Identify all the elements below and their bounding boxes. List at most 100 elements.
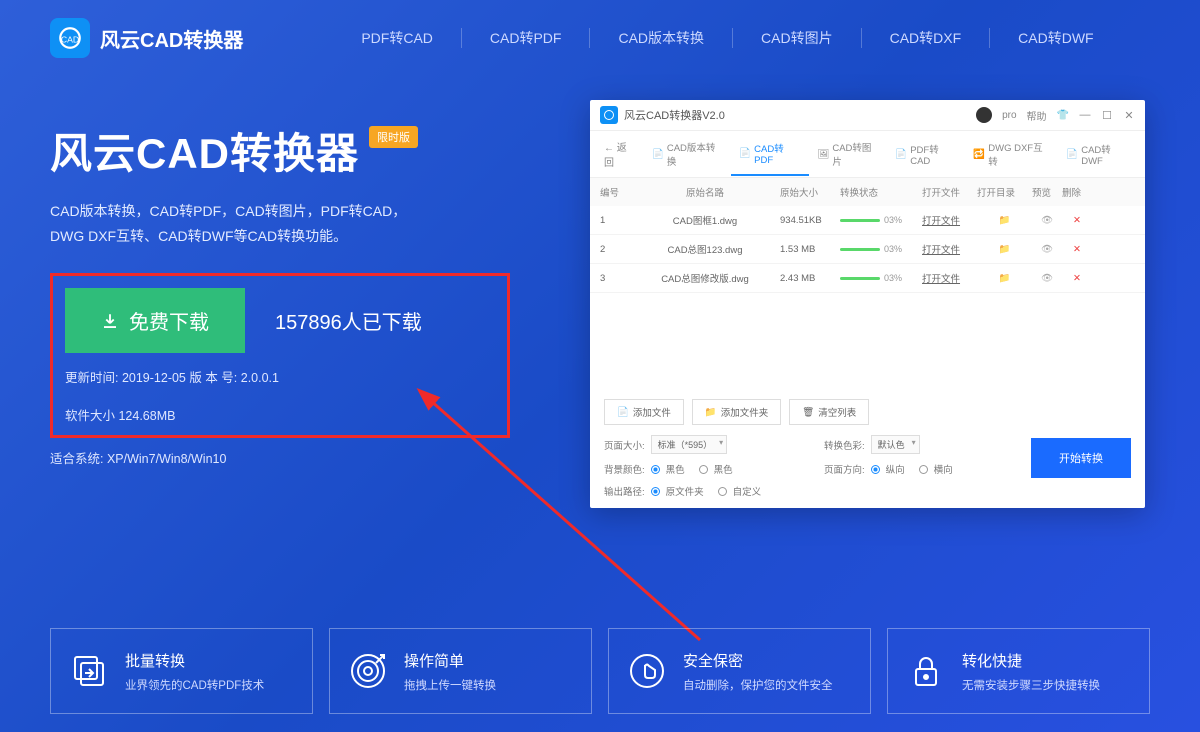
hero-title: 风云CAD转换器 — [50, 120, 359, 181]
cell-idx: 1 — [600, 215, 630, 226]
app-logo-icon — [600, 106, 618, 124]
cell-idx: 3 — [600, 273, 630, 284]
file-icon: 📄 — [617, 407, 629, 418]
hero: 风云CAD转换器 限时版 CAD版本转换，CAD转PDF，CAD转图片，PDF转… — [50, 120, 510, 467]
feature-simple: 操作简单 拖拽上传一键转换 — [329, 628, 592, 714]
hero-desc-line1: CAD版本转换，CAD转PDF，CAD转图片，PDF转CAD， — [50, 199, 510, 224]
download-button[interactable]: 免费下载 — [65, 288, 245, 353]
bg-radio-black[interactable] — [651, 465, 660, 474]
delete-icon[interactable]: ✕ — [1062, 273, 1092, 284]
target-icon — [346, 649, 390, 693]
nav: PDF转CAD CAD转PDF CAD版本转换 CAD转图片 CAD转DXF C… — [333, 28, 1121, 48]
table-row: 1CAD图框1.dwg934.51KB03%打开文件📁👁✕ — [590, 206, 1145, 235]
cell-size: 1.53 MB — [780, 244, 840, 255]
hero-desc-line2: DWG DXF互转、CAD转DWF等CAD转换功能。 — [50, 224, 510, 249]
nav-cad-to-dwf[interactable]: CAD转DWF — [990, 28, 1121, 48]
open-file-link[interactable]: 打开文件 — [922, 242, 977, 256]
minimize-button[interactable]: — — [1079, 109, 1091, 121]
add-folder-button[interactable]: 📁添加文件夹 — [692, 399, 781, 425]
logo-icon: CAD — [50, 18, 90, 58]
tab-cad-to-img[interactable]: 🖼CAD转图片 — [809, 132, 887, 176]
feature-secure: 安全保密 自动删除，保护您的文件安全 — [608, 628, 871, 714]
table-row: 2CAD总图123.dwg1.53 MB03%打开文件📁👁✕ — [590, 235, 1145, 264]
delete-icon[interactable]: ✕ — [1062, 215, 1092, 226]
doc-icon: 📄 — [1066, 148, 1078, 160]
touch-icon — [625, 649, 669, 693]
col-opendir: 打开目录 — [977, 185, 1032, 199]
col-size: 原始大小 — [780, 185, 840, 199]
folder-icon: 📁 — [705, 407, 717, 418]
svg-text:CAD: CAD — [61, 34, 79, 44]
nav-cad-to-img[interactable]: CAD转图片 — [733, 28, 862, 48]
maximize-button[interactable]: ☐ — [1101, 109, 1113, 122]
page-size-label: 页面大小: — [604, 438, 645, 452]
preview-icon[interactable]: 👁 — [1032, 215, 1062, 226]
open-file-link[interactable]: 打开文件 — [922, 213, 977, 227]
app-titlebar: 风云CAD转换器V2.0 pro 帮助 👕 — ☐ ✕ — [590, 100, 1145, 131]
help-link[interactable]: 帮助 — [1027, 108, 1047, 123]
download-count: 157896人已下载 — [275, 306, 422, 335]
orient-radio-h[interactable] — [919, 465, 928, 474]
delete-icon[interactable]: ✕ — [1062, 244, 1092, 255]
close-button[interactable]: ✕ — [1123, 109, 1135, 122]
cell-size: 2.43 MB — [780, 273, 840, 284]
out-radio-custom[interactable] — [718, 487, 727, 496]
page-size-select[interactable]: 标准（*595） — [651, 435, 728, 454]
feature-title: 操作简单 — [404, 650, 496, 671]
tab-dwg-dxf[interactable]: 🔁DWG DXF互转 — [965, 132, 1058, 176]
highlight-box: 免费下载 157896人已下载 更新时间: 2019-12-05 版 本 号: … — [50, 273, 510, 438]
tab-cad-version[interactable]: 📄CAD版本转换 — [644, 132, 731, 176]
col-preview: 预览 — [1032, 185, 1062, 199]
back-button[interactable]: ← 返回 — [596, 131, 644, 177]
open-folder-icon[interactable]: 📁 — [977, 273, 1032, 284]
col-status: 转换状态 — [840, 185, 922, 199]
pdf-icon: 📄 — [739, 147, 751, 159]
tab-cad-to-dwf[interactable]: 📄CAD转DWF — [1058, 134, 1139, 175]
trash-icon: 🗑 — [802, 407, 814, 418]
feature-fast: 转化快捷 无需安装步骤三步快捷转换 — [887, 628, 1150, 714]
cell-name: CAD图框1.dwg — [630, 213, 780, 227]
open-folder-icon[interactable]: 📁 — [977, 215, 1032, 226]
feature-title: 安全保密 — [683, 650, 833, 671]
nav-cad-version[interactable]: CAD版本转换 — [590, 28, 733, 48]
color-select[interactable]: 默认色 — [871, 435, 920, 454]
meta-size: 软件大小 124.68MB — [65, 405, 495, 429]
open-folder-icon[interactable]: 📁 — [977, 244, 1032, 255]
user-label[interactable]: pro — [1002, 110, 1016, 121]
preview-icon[interactable]: 👁 — [1032, 273, 1062, 284]
preview-icon[interactable]: 👁 — [1032, 244, 1062, 255]
color-label: 转换色彩: — [824, 438, 865, 452]
nav-cad-to-dxf[interactable]: CAD转DXF — [862, 28, 991, 48]
tab-cad-to-pdf[interactable]: 📄CAD转PDF — [731, 133, 809, 176]
lock-icon — [904, 649, 948, 693]
download-label: 免费下载 — [129, 306, 209, 335]
cell-name: CAD总图123.dwg — [630, 242, 780, 256]
out-radio-same[interactable] — [651, 487, 660, 496]
logo[interactable]: CAD 风云CAD转换器 — [50, 18, 243, 58]
feature-title: 批量转换 — [125, 650, 264, 671]
cell-idx: 2 — [600, 244, 630, 255]
cell-progress: 03% — [840, 273, 922, 283]
nav-cad-to-pdf[interactable]: CAD转PDF — [462, 28, 591, 48]
hero-desc: CAD版本转换，CAD转PDF，CAD转图片，PDF转CAD， DWG DXF互… — [50, 199, 510, 249]
meta-os: 适合系统: XP/Win7/Win8/Win10 — [50, 448, 510, 467]
col-idx: 编号 — [600, 185, 630, 199]
feature-title: 转化快捷 — [962, 650, 1100, 671]
tab-pdf-to-cad[interactable]: 📄PDF转CAD — [887, 134, 965, 175]
bg-radio-white[interactable] — [699, 465, 708, 474]
orient-radio-v[interactable] — [871, 465, 880, 474]
avatar-icon[interactable] — [976, 107, 992, 123]
col-name: 原始名路 — [630, 185, 780, 199]
nav-pdf-to-cad[interactable]: PDF转CAD — [333, 28, 462, 48]
feature-desc: 自动删除，保护您的文件安全 — [683, 677, 833, 693]
feature-desc: 拖拽上传一键转换 — [404, 677, 496, 693]
doc-icon: 📄 — [652, 148, 664, 160]
skin-icon[interactable]: 👕 — [1057, 110, 1069, 121]
clear-list-button[interactable]: 🗑清空列表 — [789, 399, 869, 425]
add-file-button[interactable]: 📄添加文件 — [604, 399, 684, 425]
open-file-link[interactable]: 打开文件 — [922, 271, 977, 285]
convert-button[interactable]: 开始转换 — [1031, 438, 1131, 478]
img-icon: 🖼 — [817, 148, 829, 160]
batch-icon — [67, 649, 111, 693]
col-delete: 删除 — [1062, 185, 1092, 199]
